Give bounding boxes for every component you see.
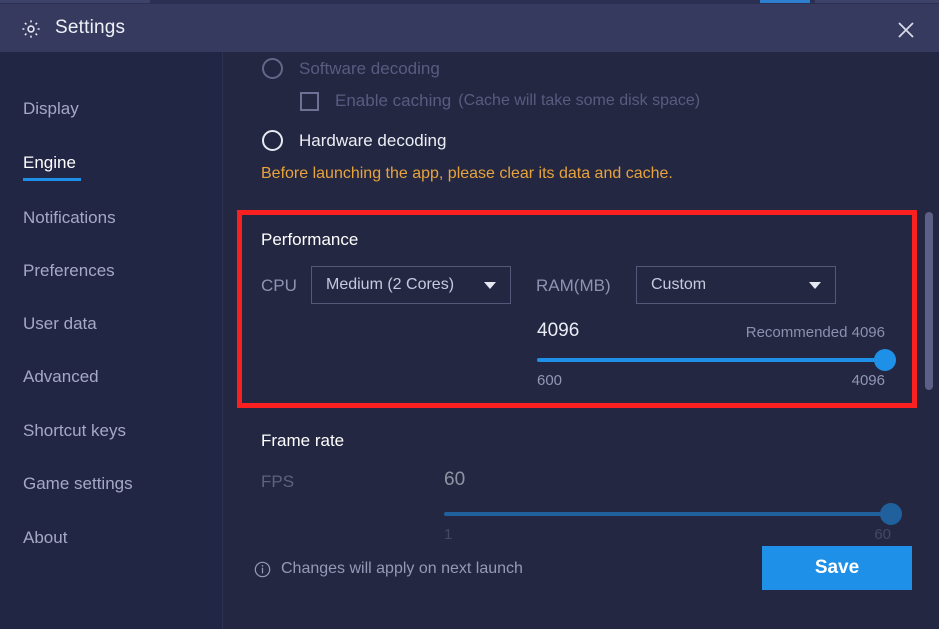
apply-on-next-launch-text: Changes will apply on next launch bbox=[281, 560, 523, 577]
cpu-label: CPU bbox=[261, 276, 297, 295]
chevron-down-icon bbox=[809, 282, 821, 289]
title-bar: Settings bbox=[0, 4, 939, 52]
scrollbar-thumb[interactable] bbox=[925, 212, 933, 390]
performance-heading: Performance bbox=[261, 230, 359, 249]
info-circle-icon bbox=[254, 561, 271, 578]
sidebar-item-shortcut-keys[interactable]: Shortcut keys bbox=[23, 421, 126, 441]
settings-window: Settings Display Engine Notifications Pr… bbox=[0, 0, 939, 629]
clear-data-warning: Before launching the app, please clear i… bbox=[261, 165, 673, 182]
ram-max-label: 4096 bbox=[851, 372, 885, 389]
apply-on-next-launch-note: Changes will apply on next launch bbox=[254, 560, 523, 578]
fps-slider-thumb[interactable] bbox=[880, 503, 902, 525]
sidebar-item-notifications[interactable]: Notifications bbox=[23, 208, 116, 228]
chevron-down-icon bbox=[484, 282, 496, 289]
page-title: Settings bbox=[55, 17, 126, 38]
content-pane: Software decoding Enable caching (Cache … bbox=[223, 52, 939, 629]
ram-mode-value: Custom bbox=[651, 276, 707, 293]
sidebar: Display Engine Notifications Preferences… bbox=[0, 52, 223, 629]
radio-hardware-decoding[interactable] bbox=[262, 130, 283, 151]
save-button[interactable]: Save bbox=[762, 546, 912, 590]
frame-rate-heading: Frame rate bbox=[261, 431, 345, 450]
enable-caching-option[interactable]: Enable caching (Cache will take some dis… bbox=[300, 91, 700, 111]
fps-min-label: 1 bbox=[444, 526, 453, 543]
ram-label: RAM(MB) bbox=[536, 276, 611, 295]
software-decoding-option[interactable]: Software decoding bbox=[262, 58, 440, 79]
enable-caching-label: Enable caching bbox=[335, 91, 452, 110]
ram-slider-fill bbox=[537, 358, 885, 362]
checkbox-enable-caching[interactable] bbox=[300, 91, 319, 111]
fps-max-label: 60 bbox=[874, 526, 891, 543]
ram-current-value: 4096 bbox=[537, 320, 580, 341]
ram-slider-track[interactable] bbox=[537, 349, 896, 371]
sidebar-item-game-settings[interactable]: Game settings bbox=[23, 474, 133, 494]
ram-slider-thumb[interactable] bbox=[874, 349, 896, 371]
ram-recommended-label: Recommended 4096 bbox=[745, 324, 885, 341]
sidebar-item-advanced[interactable]: Advanced bbox=[23, 367, 99, 387]
fps-slider-fill bbox=[444, 512, 891, 516]
sidebar-item-preferences[interactable]: Preferences bbox=[23, 261, 115, 281]
cpu-dropdown-value: Medium (2 Cores) bbox=[326, 276, 455, 293]
hardware-decoding-option[interactable]: Hardware decoding bbox=[262, 130, 446, 151]
sidebar-item-user-data[interactable]: User data bbox=[23, 314, 97, 334]
ram-slider-group: 4096 Recommended 4096 600 4096 bbox=[537, 320, 896, 390]
enable-caching-hint: (Cache will take some disk space) bbox=[458, 92, 701, 109]
radio-software-decoding[interactable] bbox=[262, 58, 283, 79]
fps-label: FPS bbox=[261, 472, 295, 491]
software-decoding-label: Software decoding bbox=[299, 58, 440, 78]
ram-mode-dropdown[interactable]: Custom bbox=[636, 266, 836, 304]
hardware-decoding-label: Hardware decoding bbox=[299, 130, 447, 150]
sidebar-item-engine[interactable]: Engine bbox=[23, 153, 76, 173]
sidebar-item-about[interactable]: About bbox=[23, 528, 67, 548]
ram-min-label: 600 bbox=[537, 372, 563, 389]
sidebar-item-display[interactable]: Display bbox=[23, 99, 79, 119]
fps-slider-group: 60 1 60 bbox=[444, 464, 902, 543]
close-icon[interactable] bbox=[887, 14, 925, 46]
fps-slider-track[interactable] bbox=[444, 503, 902, 525]
gear-icon bbox=[20, 18, 42, 40]
fps-current-value: 60 bbox=[444, 469, 466, 490]
sidebar-active-indicator bbox=[23, 178, 81, 181]
cpu-dropdown[interactable]: Medium (2 Cores) bbox=[311, 266, 511, 304]
content-scrollbar[interactable] bbox=[925, 52, 933, 629]
